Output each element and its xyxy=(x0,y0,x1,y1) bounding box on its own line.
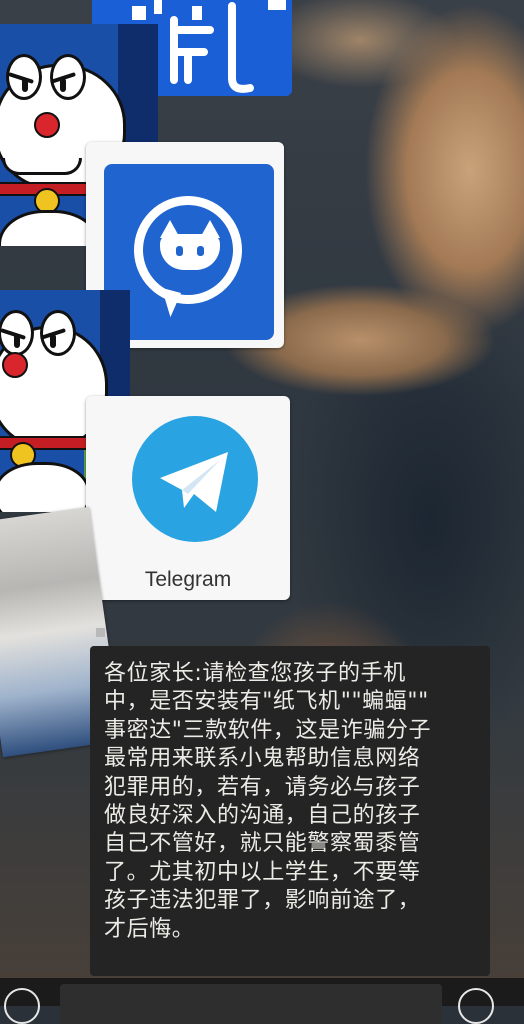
separator-mark xyxy=(96,628,105,637)
telegram-app-tile[interactable]: Telegram xyxy=(86,396,290,600)
message-bubble[interactable]: 各位家长:请检查您孩子的手机 中，是否安装有"纸飞机""蝙蝠"" 事密达"三款软… xyxy=(90,646,490,976)
emoji-icon[interactable] xyxy=(458,988,494,1024)
message-input[interactable] xyxy=(60,984,442,1024)
chat-input-bar xyxy=(0,978,524,1024)
message-text: 各位家长:请检查您孩子的手机 中，是否安装有"纸飞机""蝙蝠"" 事密达"三款软… xyxy=(104,661,432,942)
voice-icon[interactable] xyxy=(4,988,40,1024)
telegram-icon xyxy=(132,416,258,542)
telegram-label: Telegram xyxy=(144,568,232,591)
